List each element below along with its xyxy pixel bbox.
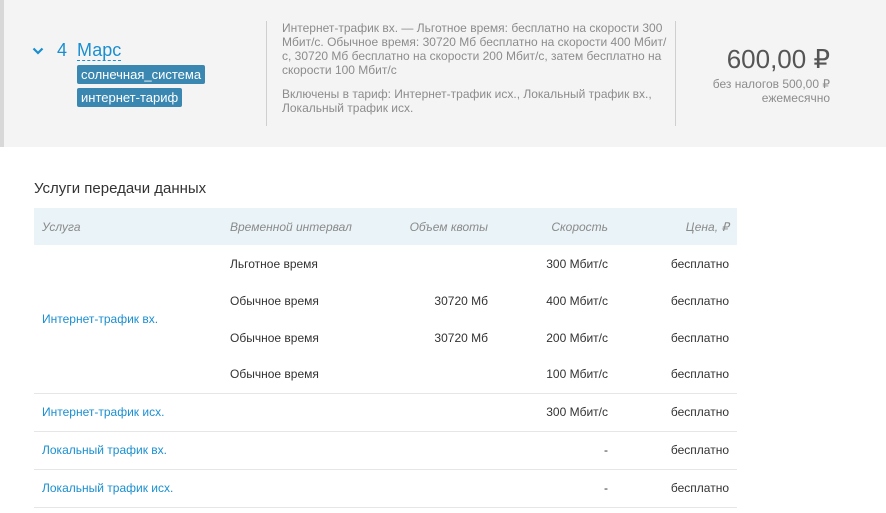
price-cell: бесплатно (670, 256, 729, 271)
divider (266, 21, 267, 126)
tariff-description: Интернет-трафик вх. — Льготное время: бе… (282, 21, 667, 77)
tariff-panel: 4 Марс солнечная_система интернет-тариф … (0, 0, 886, 147)
speed-cell: 300 Мбит/с (496, 393, 616, 432)
price-cell: бесплатно (670, 330, 729, 345)
tariff-price-details: без налогов 500,00 ₽ ежемесячно (713, 77, 830, 105)
speed-cell: 300 Мбит/с (546, 256, 608, 271)
interval-cell (222, 393, 372, 432)
service-link[interactable]: Локальный трафик вх. (34, 431, 222, 470)
tag-solar-system[interactable]: солнечная_система (77, 65, 206, 84)
quota-cell: 30720 Мб (434, 330, 488, 345)
section-title: Услуги передачи данных (34, 180, 207, 197)
tag-internet-tariff[interactable]: интернет-тариф (77, 88, 183, 107)
interval-cell: Обычное время (230, 330, 319, 345)
col-interval: Временной интервал (230, 219, 352, 234)
interval-cell: Обычное время (230, 293, 319, 308)
speed-cell: - (496, 469, 616, 508)
table-row: Интернет-трафик вх. Льготное время 300 М… (34, 245, 737, 394)
speed-cell: - (496, 431, 616, 470)
quota-cell (372, 431, 496, 470)
services-table: Услуга Временной интервал Объем квоты Ск… (34, 208, 737, 508)
col-speed: Скорость (551, 219, 608, 234)
tariff-included: Включены в тариф: Интернет-трафик исх., … (282, 87, 652, 115)
table-header: Услуга Временной интервал Объем квоты Ск… (34, 208, 737, 245)
chevron-down-icon[interactable] (32, 46, 44, 56)
interval-cell (222, 469, 372, 508)
col-quota: Объем квоты (409, 219, 488, 234)
interval-cell: Льготное время (230, 256, 318, 271)
price-period: ежемесячно (761, 91, 830, 105)
price-cell: бесплатно (616, 393, 737, 432)
speed-cell: 100 Мбит/с (496, 356, 616, 394)
table-row: Интернет-трафик исх. 300 Мбит/с бесплатн… (34, 393, 737, 432)
quota-cell (372, 245, 496, 282)
price-cell: бесплатно (616, 469, 737, 508)
quota-cell (372, 469, 496, 508)
table-row: Локальный трафик вх. - бесплатно (34, 431, 737, 470)
interval-cell (222, 431, 372, 470)
quota-cell (372, 393, 496, 432)
quota-cell (372, 356, 496, 394)
price-cell: бесплатно (670, 293, 729, 308)
tariff-count: 4 (57, 40, 68, 60)
col-price: Цена, ₽ (685, 219, 729, 234)
interval-cell: Обычное время (222, 356, 372, 394)
service-link[interactable]: Интернет-трафик вх. (34, 245, 222, 394)
service-link[interactable]: Интернет-трафик исх. (34, 393, 222, 432)
price-cell: бесплатно (616, 356, 737, 394)
table-row: Локальный трафик исх. - бесплатно (34, 469, 737, 508)
col-service: Услуга (42, 219, 81, 234)
price-no-tax: без налогов 500,00 ₽ (712, 77, 830, 91)
quota-cell: 30720 Мб (434, 293, 488, 308)
tariff-name-link[interactable]: Марс (77, 40, 121, 61)
divider (675, 21, 676, 126)
speed-cell: 400 Мбит/с (546, 293, 608, 308)
service-link[interactable]: Локальный трафик исх. (34, 469, 222, 508)
tariff-price: 600,00 ₽ (726, 44, 830, 74)
speed-cell: 200 Мбит/с (546, 330, 608, 345)
price-cell: бесплатно (616, 431, 737, 470)
